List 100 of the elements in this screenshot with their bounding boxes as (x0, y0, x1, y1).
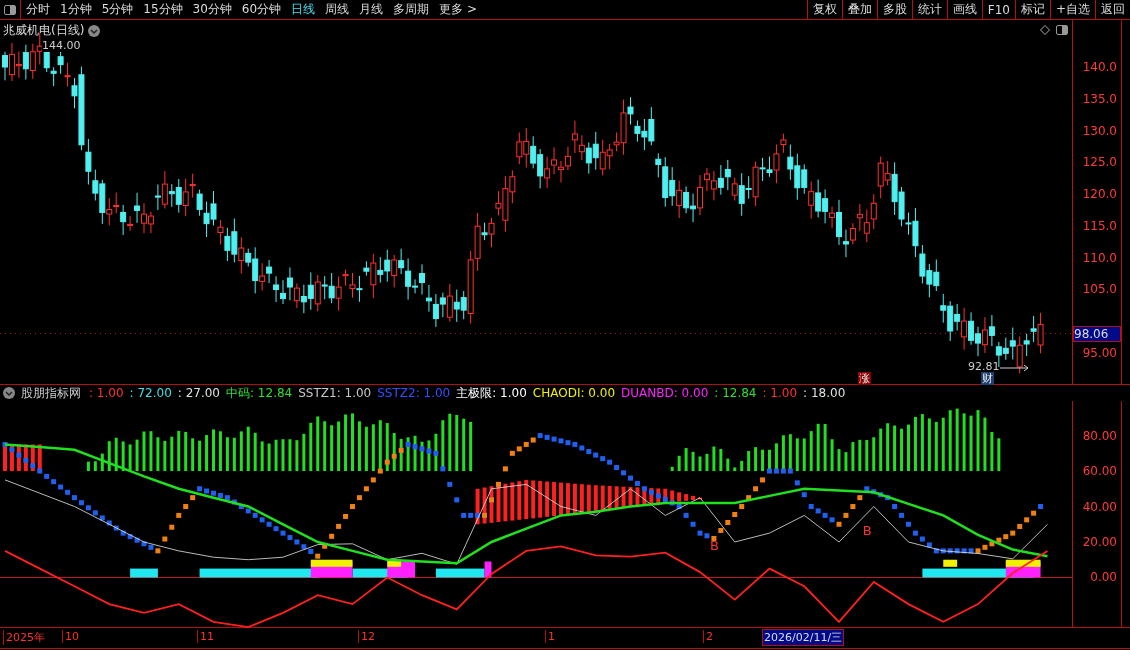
histogram-bar (858, 439, 862, 472)
period-tab[interactable]: 15分钟 (138, 0, 188, 19)
event-marker[interactable]: 财 (981, 372, 994, 385)
histogram-bar (253, 432, 257, 472)
toolbar-button[interactable]: +自选 (1049, 0, 1095, 19)
arrow-icon (1000, 364, 1030, 372)
histogram-bar (927, 418, 931, 472)
histogram-bar (448, 413, 452, 472)
indicator-value: : 12.84 (714, 386, 757, 400)
period-tab[interactable]: 5分钟 (96, 0, 139, 19)
histogram-bar (768, 449, 771, 472)
histogram-bar (607, 485, 612, 510)
histogram-bar (572, 483, 577, 514)
period-tab[interactable]: 60分钟 (236, 0, 287, 19)
histogram-bar (677, 455, 681, 472)
histogram-bar (802, 438, 806, 472)
cursor-date-label: 2026/02/11/三 (762, 629, 845, 646)
period-tab[interactable]: 1分钟 (55, 0, 97, 19)
histogram-bar (142, 431, 146, 472)
price-tick: 115.0 (1082, 218, 1117, 233)
indicator-value: : 1.00 (89, 386, 124, 400)
histogram-bar (726, 458, 730, 472)
low-price-label: 92.81 (968, 360, 1000, 373)
period-tab[interactable]: 分时 (21, 0, 55, 19)
histogram-bar (232, 437, 236, 472)
histogram-bar (163, 440, 167, 472)
indicator-value: : 72.00 (129, 386, 172, 400)
histogram-bar (184, 431, 188, 472)
histogram-bar (156, 437, 160, 472)
dropdown-icon[interactable] (88, 24, 101, 37)
period-tab[interactable]: 更多 > (434, 0, 482, 19)
dropdown-icon[interactable] (3, 387, 15, 399)
period-tab[interactable]: 日线 (286, 0, 321, 19)
histogram-bar (93, 461, 97, 472)
price-tick: 105.0 (1082, 282, 1117, 297)
panel-toggle-icon[interactable] (1056, 25, 1068, 35)
histogram-bar (191, 438, 195, 472)
indicator-value: DUANBD: 0.00 (621, 386, 709, 400)
histogram-bar (600, 485, 605, 511)
price-tick: 95.00 (1082, 346, 1117, 360)
price-tick: 125.0 (1082, 155, 1117, 170)
histogram-bar (114, 437, 118, 472)
histogram-bar (295, 440, 299, 472)
histogram-bar (100, 453, 104, 472)
diamond-icon[interactable] (1040, 25, 1050, 35)
period-tab[interactable]: 周线 (320, 0, 355, 19)
histogram-bar (670, 466, 674, 472)
stock-title: 兆威机电(日线) (3, 22, 85, 39)
histogram-bar (302, 433, 306, 472)
histogram-bar (635, 487, 640, 506)
histogram-bar (934, 421, 938, 472)
histogram-bar (552, 482, 557, 517)
toolbar-button[interactable]: 多股 (876, 0, 912, 19)
price-tick: 120.0 (1082, 187, 1117, 202)
histogram-bar (621, 486, 626, 508)
toolbar-button[interactable]: 统计 (911, 0, 947, 19)
histogram-bar (545, 481, 550, 517)
histogram-bar (565, 483, 570, 515)
histogram-bar (330, 425, 334, 472)
indicator-tick: 40.00 (1082, 499, 1117, 514)
toolbar-button[interactable]: 标记 (1014, 0, 1050, 19)
histogram-bar (586, 484, 591, 512)
toolbar-button[interactable]: F10 (981, 0, 1015, 19)
indicator-value: : 18.00 (803, 386, 846, 400)
period-tab[interactable]: 30分钟 (187, 0, 237, 19)
histogram-bar (503, 483, 508, 522)
toolbar-button[interactable]: 返回 (1095, 0, 1130, 19)
histogram-bar (983, 417, 987, 472)
histogram-bar (455, 415, 459, 472)
histogram-bar (976, 410, 980, 472)
histogram-bar (239, 431, 243, 472)
date-label: 12 (358, 630, 375, 643)
histogram-bar (531, 480, 536, 519)
histogram-bar (267, 443, 271, 472)
histogram-bar (691, 451, 695, 472)
period-tab[interactable]: 月线 (354, 0, 389, 19)
histogram-bar (788, 434, 792, 472)
histogram-bar (510, 482, 515, 521)
histogram-bar (37, 444, 42, 472)
toolbar-button[interactable]: 复权 (806, 0, 842, 19)
period-tab[interactable]: 多周期 (388, 0, 435, 19)
histogram-bar (218, 431, 222, 472)
histogram-bar (754, 447, 758, 472)
indicator-value: : 1.00 (762, 386, 798, 400)
event-marker[interactable]: 涨 (858, 372, 871, 385)
histogram-bar (851, 442, 855, 472)
histogram-bar (774, 443, 778, 472)
histogram-bar (872, 437, 876, 472)
price-tick: 130.0 (1082, 123, 1117, 138)
histogram-bar (121, 441, 125, 472)
indicator-tick: 80.00 (1082, 428, 1117, 443)
indicator-tick: 60.00 (1082, 464, 1117, 479)
histogram-bar (177, 430, 181, 472)
histogram-bar (844, 452, 848, 472)
histogram-bar (781, 435, 785, 472)
histogram-bar (323, 421, 327, 472)
histogram-bar (698, 456, 702, 472)
toolbar-button[interactable]: 画线 (946, 0, 982, 19)
toolbar-button[interactable]: 叠加 (841, 0, 877, 19)
histogram-bar (913, 417, 917, 472)
